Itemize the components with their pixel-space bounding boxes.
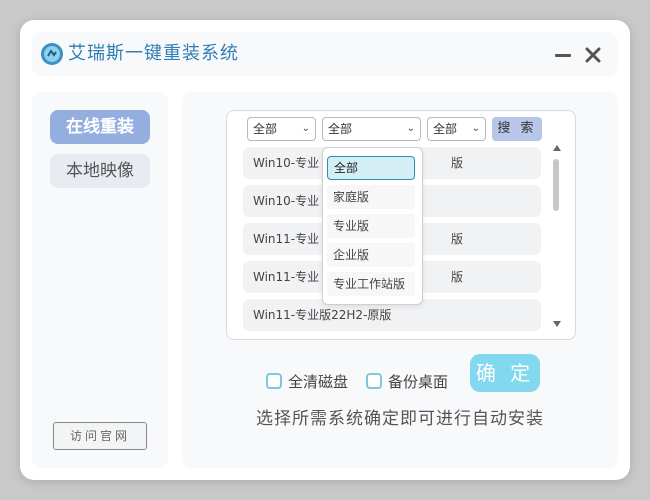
visit-website-button[interactable]: 访问官网 [53,422,147,450]
filter-select-3-value: 全部 [433,122,458,136]
list-item-tail: 版 [451,270,464,284]
dropdown-option-workstation[interactable]: 专业工作站版 [327,272,415,296]
clear-disk-checkbox[interactable]: 全清磁盘 [266,372,356,394]
dropdown-option-enterprise[interactable]: 企业版 [327,243,415,267]
app-logo-icon [41,43,63,65]
filter-select-1[interactable]: 全部 ⌄ [247,117,316,141]
minimize-icon[interactable] [552,44,574,66]
filter-select-3[interactable]: 全部 ⌄ [427,117,486,141]
backup-desktop-label: 备份桌面 [388,373,449,391]
clear-disk-checkbox-box[interactable] [266,373,282,389]
confirm-button[interactable]: 确 定 [470,354,540,392]
sidebar: 在线重装 本地映像 访问官网 [32,92,168,468]
scroll-up-arrow-icon[interactable] [553,145,561,151]
dropdown-option-pro[interactable]: 专业版 [327,214,415,238]
dropdown-option-all[interactable]: 全部 [327,156,415,180]
system-list-box: 全部 ⌄ 全部 ⌄ 全部 ⌄ 搜 索 Win10-专业 版 Win10-专业 W… [226,110,576,340]
filter-select-2-value: 全部 [328,122,353,136]
list-item-label: Win11-专业版22H2-原版 [253,308,392,322]
chevron-down-icon: ⌄ [301,123,310,134]
main-window: 艾瑞斯一键重装系统 在线重装 本地映像 访问官网 全部 ⌄ 全部 ⌄ 全部 ⌄ [20,20,630,480]
nav-online-reinstall[interactable]: 在线重装 [50,110,150,144]
clear-disk-label: 全清磁盘 [288,373,349,391]
backup-desktop-checkbox[interactable]: 备份桌面 [366,372,456,394]
title-bar: 艾瑞斯一键重装系统 [32,32,618,76]
list-item-tail: 版 [451,232,464,246]
instruction-text: 选择所需系统确定即可进行自动安装 [256,409,544,429]
close-icon[interactable] [582,44,604,66]
chevron-down-icon: ⌄ [471,123,480,134]
scrollbar-thumb[interactable] [553,159,559,211]
list-item-label: Win11-专业 [253,270,320,284]
edition-dropdown-menu: 全部 家庭版 专业版 企业版 专业工作站版 [322,147,423,305]
scroll-down-arrow-icon[interactable] [553,321,561,327]
list-item-label: Win10-专业 [253,156,320,170]
search-button[interactable]: 搜 索 [492,117,542,141]
list-item-label: Win10-专业 [253,194,320,208]
chevron-down-icon: ⌄ [406,123,415,134]
main-panel: 全部 ⌄ 全部 ⌄ 全部 ⌄ 搜 索 Win10-专业 版 Win10-专业 W… [182,92,618,468]
list-item-tail: 版 [451,156,464,170]
dropdown-option-home[interactable]: 家庭版 [327,185,415,209]
filter-select-1-value: 全部 [253,122,278,136]
backup-desktop-checkbox-box[interactable] [366,373,382,389]
app-title: 艾瑞斯一键重装系统 [68,43,239,64]
list-item-label: Win11-专业 [253,232,320,246]
filter-select-2[interactable]: 全部 ⌄ [322,117,421,141]
nav-local-image[interactable]: 本地映像 [50,154,150,188]
